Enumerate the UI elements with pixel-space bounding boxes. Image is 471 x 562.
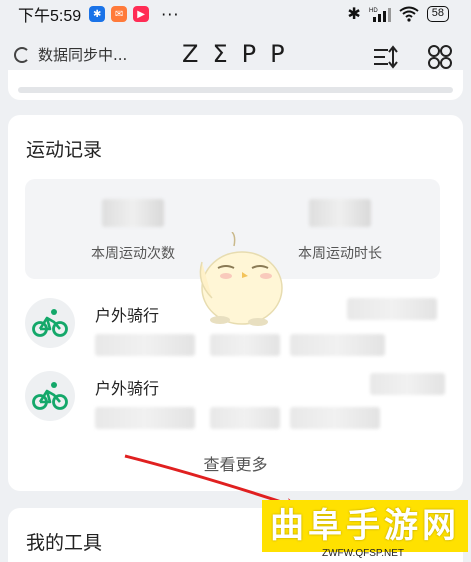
activity-metric-blurred (290, 334, 385, 356)
activity-metric-blurred (210, 407, 280, 429)
more-notifications-icon: ··· (161, 4, 180, 24)
grid-menu-icon[interactable] (427, 44, 453, 70)
mascot-sticker-icon (199, 232, 283, 326)
workout-records-title: 运动记录 (26, 139, 103, 161)
bicycle-icon (32, 309, 68, 337)
status-time: 下午5:59 (18, 8, 82, 25)
weekly-duration-value-blurred (309, 199, 371, 227)
bicycle-icon (32, 382, 68, 410)
status-indicators: ✱ HD 58 (347, 4, 449, 23)
bluetooth-icon: ✱ (347, 4, 361, 23)
view-more-button[interactable]: 查看更多 (8, 451, 463, 475)
media-app-icon: ▶ (133, 6, 150, 22)
weekly-count-value-blurred (102, 199, 164, 227)
orange-app-icon: ✉ (111, 6, 128, 22)
watermark-url: ZWFW.QFSP.NET (322, 548, 405, 559)
activity-name: 户外骑行 (95, 306, 160, 325)
my-tools-title: 我的工具 (26, 532, 103, 554)
activity-metric-blurred (95, 334, 195, 356)
sync-spinner-icon (14, 46, 30, 63)
activity-metric-blurred (210, 334, 280, 356)
activity-date-blurred (347, 298, 437, 320)
status-bar: 下午5:59 ✱ ✉ ▶ ··· ✱ HD 58 (0, 0, 471, 28)
activity-icon-container (25, 371, 75, 421)
signal-icon: HD (369, 7, 391, 22)
battery-indicator: 58 (426, 5, 449, 22)
sort-icon[interactable] (372, 44, 398, 70)
activity-item[interactable]: 户外骑行 (25, 371, 445, 441)
activity-date-blurred (370, 373, 445, 395)
activity-metric-blurred (95, 407, 195, 429)
activity-name: 户外骑行 (95, 379, 160, 398)
sync-status: 数据同步中... (14, 44, 127, 65)
svg-text:HD: HD (369, 8, 378, 14)
sync-status-text: 数据同步中... (38, 46, 128, 64)
zepp-logo: ZΣPP (182, 40, 299, 68)
watermark-logo: 曲阜手游网 (262, 500, 468, 552)
previous-card-bottom (8, 70, 463, 100)
activity-metric-blurred (290, 407, 380, 429)
wifi-icon (399, 6, 419, 22)
bluetooth-app-icon: ✱ (89, 6, 106, 22)
activity-icon-container (25, 298, 75, 348)
progress-track (18, 87, 453, 93)
